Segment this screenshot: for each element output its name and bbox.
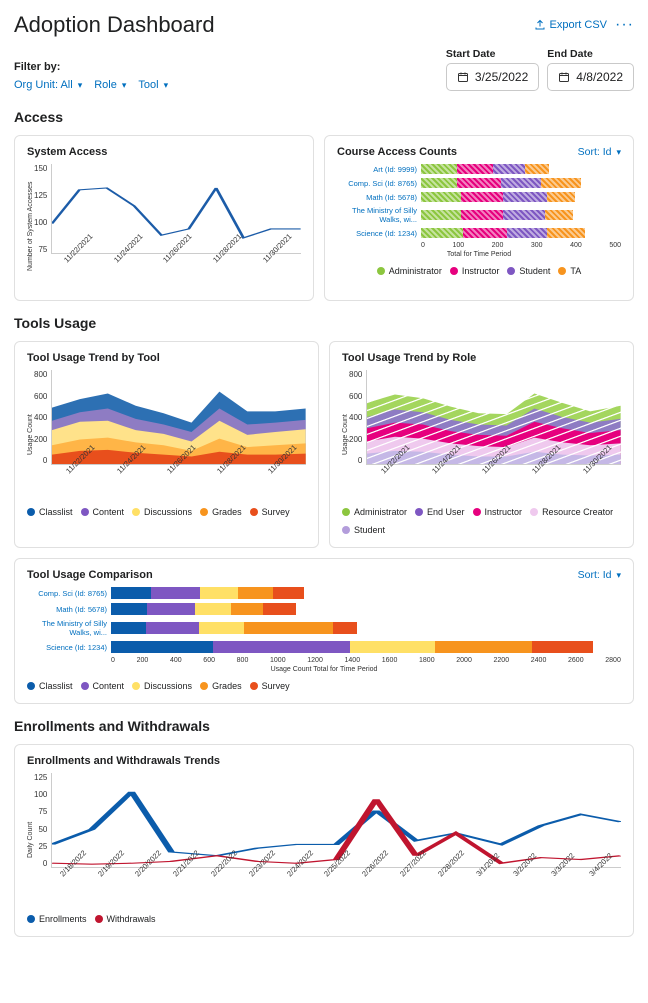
start-date-label: Start Date	[446, 48, 539, 60]
section-enroll-title: Enrollments and Withdrawals	[14, 718, 634, 734]
export-icon	[534, 19, 546, 31]
system-access-ylabel: Number of System Accesses	[27, 164, 34, 288]
tool-usage-role-title: Tool Usage Trend by Role	[342, 352, 476, 364]
tool-usage-comp-chart[interactable]: Comp. Sci (Id: 8765) Math (Id: 5678) The…	[27, 587, 621, 673]
filter-role[interactable]: Role	[94, 79, 126, 91]
tool-usage-tool-title: Tool Usage Trend by Tool	[27, 352, 160, 364]
more-actions-button[interactable]: ···	[615, 16, 634, 34]
section-tools-title: Tools Usage	[14, 315, 634, 331]
course-access-title: Course Access Counts	[337, 146, 457, 158]
legend-item: Student	[507, 266, 550, 276]
filter-org-unit[interactable]: Org Unit: All	[14, 79, 82, 91]
section-access-title: Access	[14, 109, 634, 125]
filter-by-label: Filter by:	[14, 61, 168, 73]
start-date-input[interactable]: 3/25/2022	[446, 63, 539, 91]
legend-item: Administrator	[377, 266, 442, 276]
calendar-icon	[558, 71, 570, 83]
course-access-chart[interactable]: Art (Id: 9999) Comp. Sci (Id: 8765) Math…	[337, 164, 621, 258]
tool-usage-comp-title: Tool Usage Comparison	[27, 569, 153, 581]
export-csv-link[interactable]: Export CSV	[534, 19, 607, 31]
calendar-icon	[457, 71, 469, 83]
legend-item: TA	[558, 266, 581, 276]
end-date-input[interactable]: 4/8/2022	[547, 63, 634, 91]
legend-item: Instructor	[450, 266, 500, 276]
course-access-sort[interactable]: Sort: Id	[578, 146, 621, 158]
filter-tool[interactable]: Tool	[138, 79, 168, 91]
end-date-label: End Date	[547, 48, 634, 60]
page-title: Adoption Dashboard	[14, 12, 215, 38]
enroll-trend-title: Enrollments and Withdrawals Trends	[27, 755, 220, 767]
tool-usage-comp-sort[interactable]: Sort: Id	[578, 569, 621, 581]
system-access-title: System Access	[27, 146, 107, 158]
